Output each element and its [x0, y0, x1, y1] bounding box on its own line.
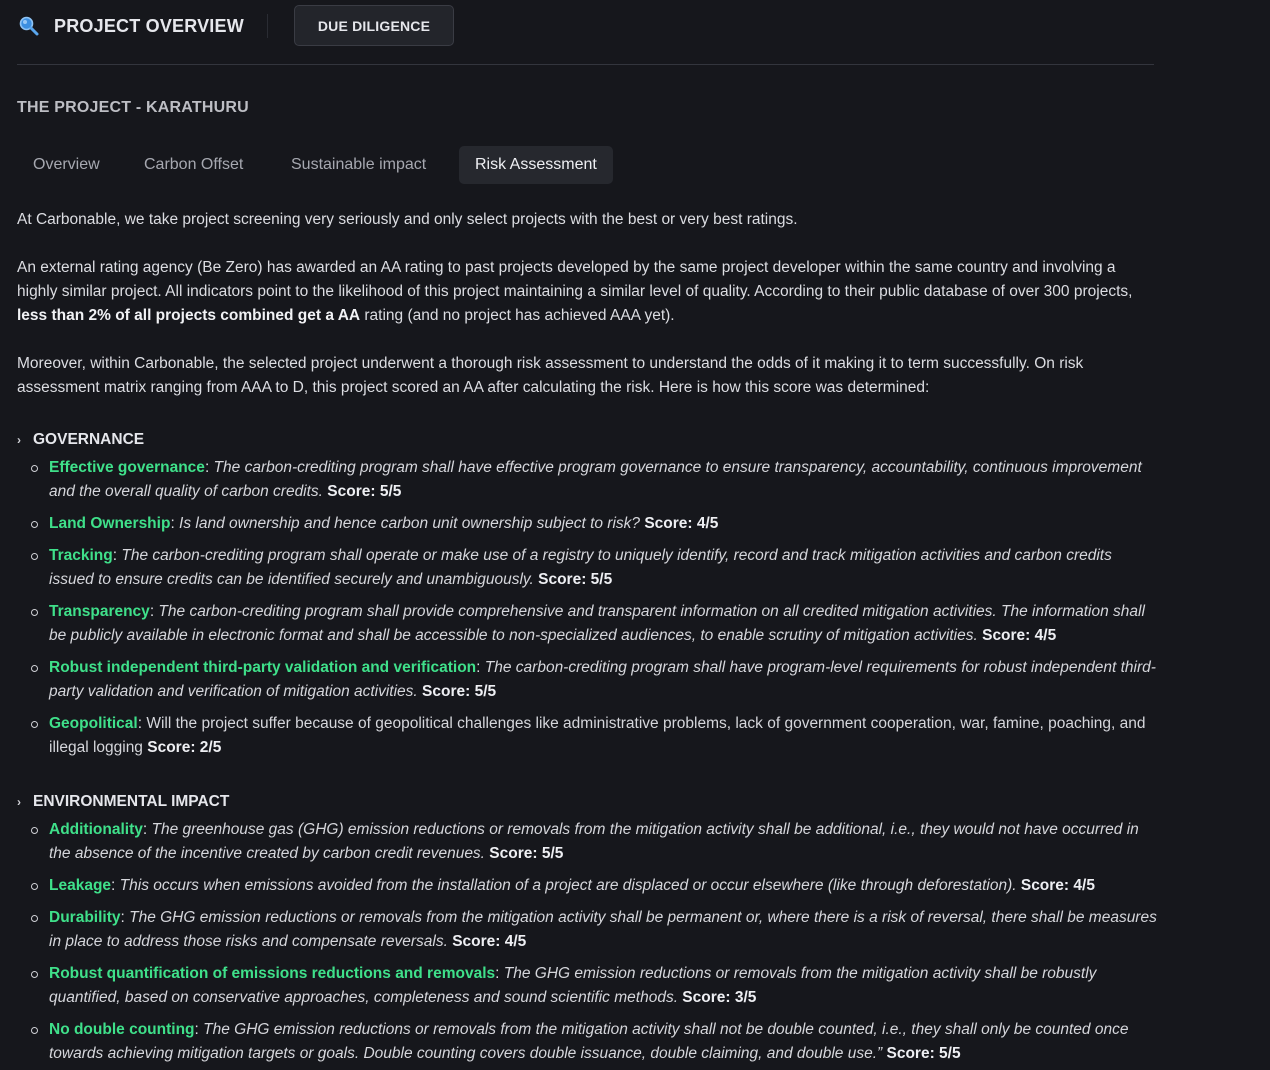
risk-assessment-content: At Carbonable, we take project screening… — [17, 208, 1157, 1070]
criterion-description: The GHG emission reductions or removals … — [49, 1021, 1129, 1062]
bullet-icon — [31, 883, 38, 890]
bullet-icon — [31, 665, 38, 672]
criterion-description: The GHG emission reductions or removals … — [49, 909, 1157, 950]
criterion-score: Score: 2/5 — [142, 739, 222, 756]
section-header[interactable]: › ENVIRONMENTAL IMPACT — [17, 790, 1157, 814]
criterion-score: Score: 5/5 — [485, 845, 564, 862]
project-title: THE PROJECT - KARATHURU — [17, 99, 249, 116]
criterion-score: Score: 5/5 — [417, 683, 497, 700]
criterion-term: Land Ownership — [49, 515, 171, 532]
criterion-description: Is land ownership and hence carbon unit … — [174, 515, 641, 532]
page-title: PROJECT OVERVIEW — [54, 15, 244, 36]
criterion-score: Score: 5/5 — [882, 1045, 961, 1062]
list-item: No double counting: The GHG emission red… — [17, 1018, 1157, 1066]
list-item: Geopolitical: Will the project suffer be… — [17, 712, 1157, 760]
bullet-icon — [31, 915, 38, 922]
criterion-term: Additionality — [49, 821, 143, 838]
list-item: Durability: The GHG emission reductions … — [17, 906, 1157, 954]
criterion-score: Score: 4/5 — [447, 933, 527, 950]
list-item: Land Ownership: Is land ownership and he… — [17, 512, 1157, 536]
list-item: Additionality: The greenhouse gas (GHG) … — [17, 818, 1157, 866]
search-icon — [17, 14, 41, 38]
intro-paragraph-2: An external rating agency (Be Zero) has … — [17, 256, 1157, 328]
bullet-icon — [31, 721, 38, 728]
criterion-description: This occurs when emissions avoided from … — [115, 877, 1017, 894]
page: PROJECT OVERVIEW DUE DILIGENCE THE PROJE… — [0, 0, 1270, 1070]
criterion-term: No double counting — [49, 1021, 195, 1038]
chevron-right-icon: › — [17, 433, 21, 447]
list-item: Transparency: The carbon-crediting progr… — [17, 600, 1157, 648]
criterion-term: Leakage — [49, 877, 112, 894]
criterion-term: Durability — [49, 909, 121, 926]
list-item: Tracking: The carbon-crediting program s… — [17, 544, 1157, 592]
criterion-score: Score: 4/5 — [1016, 877, 1095, 894]
criterion-score: Score: 5/5 — [323, 483, 402, 500]
bullet-icon — [31, 609, 38, 616]
criterion-term: Transparency — [49, 603, 150, 620]
criterion-term: Tracking — [49, 547, 113, 564]
bullet-icon — [31, 1027, 38, 1034]
header-divider — [267, 14, 268, 38]
bullet-icon — [31, 465, 38, 472]
section-title: GOVERNANCE — [33, 431, 145, 448]
header-title-group: PROJECT OVERVIEW — [17, 12, 244, 40]
intro-text: rating (and no project has achieved AAA … — [360, 307, 675, 324]
bullet-icon — [31, 971, 38, 978]
list-item: Leakage: This occurs when emissions avoi… — [17, 874, 1157, 898]
criterion-score: Score: 4/5 — [977, 627, 1057, 644]
section-title: ENVIRONMENTAL IMPACT — [33, 793, 230, 810]
tab-carbon-offset[interactable]: Carbon Offset — [128, 146, 259, 184]
list-item: Robust independent third-party validatio… — [17, 656, 1157, 704]
criterion-description: The greenhouse gas (GHG) emission reduct… — [49, 821, 1139, 862]
header: PROJECT OVERVIEW DUE DILIGENCE — [17, 0, 1154, 65]
tab-overview[interactable]: Overview — [17, 146, 116, 184]
tab-risk-assessment[interactable]: Risk Assessment — [459, 146, 613, 184]
bullet-icon — [31, 553, 38, 560]
criterion-term: Robust quantification of emissions reduc… — [49, 965, 496, 982]
section-governance: › GOVERNANCE Effective governance: The c… — [17, 428, 1157, 760]
intro-paragraph-3: Moreover, within Carbonable, the selecte… — [17, 355, 1084, 396]
section-header[interactable]: › GOVERNANCE — [17, 428, 1157, 452]
intro-text: An external rating agency (Be Zero) has … — [17, 259, 1133, 300]
criterion-score: Score: 5/5 — [533, 571, 613, 588]
criterion-term: Robust independent third-party validatio… — [49, 659, 477, 676]
tab-sustainable-impact[interactable]: Sustainable impact — [275, 146, 442, 184]
environmental-impact-list: Additionality: The greenhouse gas (GHG) … — [17, 818, 1157, 1066]
chevron-right-icon: › — [17, 795, 21, 809]
criterion-description: The carbon-crediting program shall have … — [49, 459, 1142, 500]
bullet-icon — [31, 827, 38, 834]
intro-paragraph-1: At Carbonable, we take project screening… — [17, 211, 798, 228]
criterion-score: Score: 3/5 — [678, 989, 757, 1006]
bullet-icon — [31, 521, 38, 528]
list-item: Effective governance: The carbon-crediti… — [17, 456, 1157, 504]
governance-list: Effective governance: The carbon-crediti… — [17, 456, 1157, 760]
list-item: Robust quantification of emissions reduc… — [17, 962, 1157, 1010]
due-diligence-button[interactable]: DUE DILIGENCE — [294, 5, 454, 46]
intro-highlight: less than 2% of all projects combined ge… — [17, 307, 361, 324]
criterion-term: Geopolitical — [49, 715, 138, 732]
criterion-score: Score: 4/5 — [640, 515, 719, 532]
section-environmental-impact: › ENVIRONMENTAL IMPACT Additionality: Th… — [17, 790, 1157, 1066]
criterion-term: Effective governance — [49, 459, 205, 476]
